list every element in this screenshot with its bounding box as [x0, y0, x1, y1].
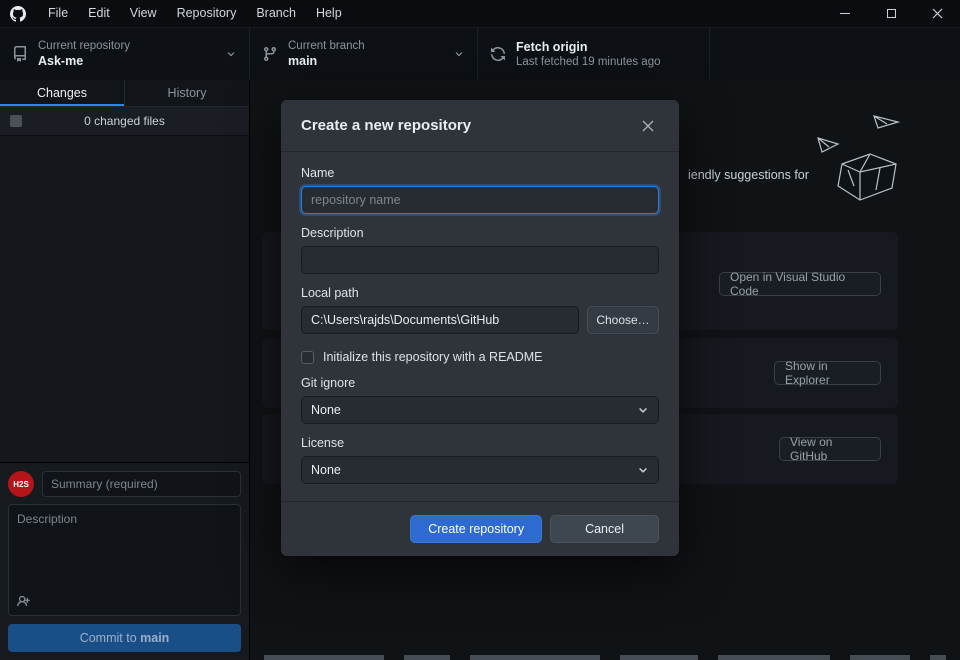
current-repository-label: Current repository	[38, 40, 130, 52]
commit-description-box	[8, 504, 241, 616]
dialog-footer: Create repository Cancel	[281, 501, 679, 556]
window-controls	[822, 0, 960, 27]
current-branch-selector[interactable]: Current branch main	[250, 28, 478, 80]
close-icon	[642, 120, 654, 132]
repo-icon	[12, 46, 28, 62]
close-window-button[interactable]	[914, 0, 960, 27]
commit-form: H2S Commit to main	[0, 462, 249, 660]
commit-description-input[interactable]	[9, 505, 240, 587]
commit-to-main-button[interactable]: Commit to main	[8, 624, 241, 652]
current-repository-selector[interactable]: Current repository Ask-me	[0, 28, 250, 80]
name-label: Name	[301, 166, 659, 180]
cancel-button[interactable]: Cancel	[550, 515, 659, 543]
repository-description-input[interactable]	[301, 246, 659, 274]
license-value: None	[311, 463, 341, 477]
close-icon	[932, 8, 943, 19]
maximize-button[interactable]	[868, 0, 914, 27]
current-repository-value: Ask-me	[38, 54, 130, 68]
readme-checkbox-label: Initialize this repository with a README	[323, 350, 543, 364]
menu-branch[interactable]: Branch	[246, 0, 306, 27]
fetch-origin-label: Fetch origin	[516, 40, 661, 54]
create-repository-dialog: Create a new repository Name Description…	[281, 100, 679, 556]
show-in-explorer-button[interactable]: Show in Explorer	[774, 361, 881, 385]
current-branch-value: main	[288, 54, 365, 68]
maximize-icon	[887, 9, 896, 18]
fetch-origin-button[interactable]: Fetch origin Last fetched 19 minutes ago	[478, 28, 710, 80]
choose-path-button[interactable]: Choose…	[587, 306, 659, 334]
chevron-down-icon	[637, 404, 649, 416]
avatar: H2S	[8, 471, 34, 497]
minimize-icon	[840, 13, 850, 14]
description-label: Description	[301, 226, 659, 240]
sync-icon	[490, 46, 506, 62]
add-coauthor-icon[interactable]	[17, 594, 32, 609]
fetch-origin-description: Last fetched 19 minutes ago	[516, 56, 661, 68]
view-on-github-button[interactable]: View on GitHub	[779, 437, 881, 461]
readme-checkbox[interactable]	[301, 351, 314, 364]
dialog-close-button[interactable]	[637, 115, 659, 137]
sidebar-tabs: Changes History	[0, 80, 249, 107]
git-ignore-select[interactable]: None	[301, 396, 659, 424]
git-ignore-label: Git ignore	[301, 376, 659, 390]
menu-file[interactable]: File	[38, 0, 78, 27]
chevron-down-icon	[225, 48, 237, 60]
tab-history[interactable]: History	[125, 80, 249, 106]
changed-files-row: 0 changed files	[0, 107, 249, 136]
license-label: License	[301, 436, 659, 450]
menu-repository[interactable]: Repository	[167, 0, 247, 27]
tab-changes[interactable]: Changes	[0, 80, 125, 106]
dialog-title: Create a new repository	[301, 117, 471, 134]
local-path-label: Local path	[301, 286, 659, 300]
dialog-body: Name Description Local path Choose… Init…	[281, 152, 679, 501]
license-select[interactable]: None	[301, 456, 659, 484]
current-branch-label: Current branch	[288, 40, 365, 52]
dialog-header: Create a new repository	[281, 100, 679, 152]
changed-files-count: 0 changed files	[22, 114, 239, 128]
commit-summary-input[interactable]	[42, 471, 241, 497]
select-all-checkbox[interactable]	[10, 115, 22, 127]
clipped-suggestion-text: iendly suggestions for	[688, 168, 809, 182]
toolbar: Current repository Ask-me Current branch…	[0, 28, 960, 80]
github-logo-icon	[10, 6, 26, 22]
menu-help[interactable]: Help	[306, 0, 352, 27]
minimize-button[interactable]	[822, 0, 868, 27]
git-ignore-value: None	[311, 403, 341, 417]
open-in-vscode-button[interactable]: Open in Visual Studio Code	[719, 272, 881, 296]
menu-edit[interactable]: Edit	[78, 0, 120, 27]
create-repository-button[interactable]: Create repository	[410, 515, 542, 543]
git-branch-icon	[262, 46, 278, 62]
menu-view[interactable]: View	[120, 0, 167, 27]
chevron-down-icon	[637, 464, 649, 476]
file-list	[0, 136, 249, 462]
repository-name-input[interactable]	[301, 186, 659, 214]
local-path-input[interactable]	[301, 306, 579, 334]
clipped-content-row	[264, 655, 946, 660]
titlebar: File Edit View Repository Branch Help	[0, 0, 960, 28]
sidebar: Changes History 0 changed files H2S Comm…	[0, 80, 250, 660]
paper-planes-illustration	[810, 108, 920, 218]
chevron-down-icon	[453, 48, 465, 60]
